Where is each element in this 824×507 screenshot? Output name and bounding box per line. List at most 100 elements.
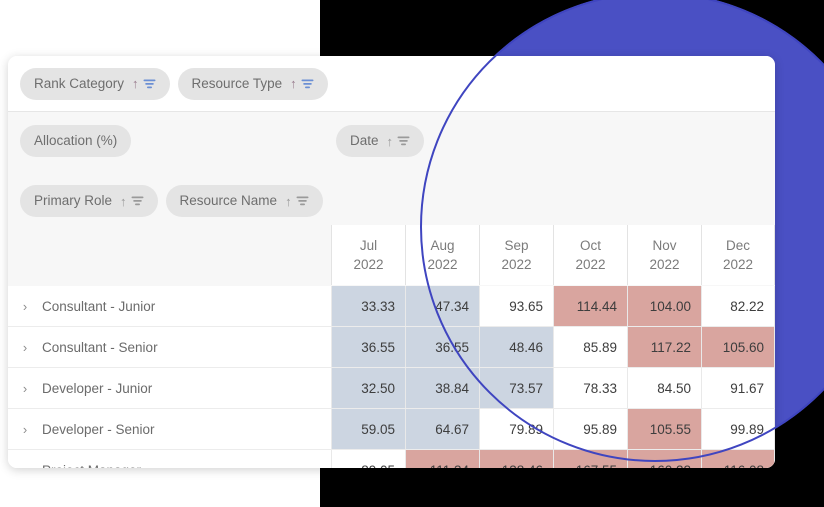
row-label-cell[interactable]: ›Project Manager (8, 450, 331, 468)
data-cell[interactable]: 116.08 (701, 450, 775, 468)
data-cell[interactable]: 167.55 (553, 450, 627, 468)
chip-allocation-label: Allocation (%) (34, 133, 118, 148)
pivot-table-body: › Consultant - Junior 33.33 47.34 93.65 114.4… (8, 286, 775, 468)
data-cell[interactable]: 38.84 (405, 368, 479, 408)
arrow-up-icon[interactable]: ↑ (120, 195, 127, 208)
row-label-cell[interactable]: › Consultant - Senior (8, 327, 331, 367)
chip-rank-category-icons[interactable]: ↑ (132, 77, 156, 90)
data-cell[interactable]: 105.60 (701, 327, 775, 367)
data-cell[interactable]: 105.55 (627, 409, 701, 449)
data-cell[interactable]: 73.57 (479, 368, 553, 408)
column-header-year: 2022 (353, 257, 384, 272)
chip-rank-category[interactable]: Rank Category ↑ (20, 67, 170, 100)
filter-chip-row-values: Allocation (%) (20, 125, 132, 157)
chip-resource-name-label: Resource Name (179, 193, 278, 208)
chip-primary-role-icons[interactable]: ↑ (120, 195, 144, 208)
data-cell[interactable]: 95.89 (553, 409, 627, 449)
column-header-year: 2022 (649, 257, 680, 272)
column-header-year: 2022 (501, 257, 532, 272)
column-header-sep[interactable]: Sep 2022 (479, 225, 553, 285)
column-header-month: Nov (652, 238, 677, 253)
data-cell[interactable]: 79.89 (479, 409, 553, 449)
data-cell[interactable]: 99.89 (701, 409, 775, 449)
column-header-month: Sep (504, 238, 529, 253)
column-header-dec[interactable]: Dec 2022 (701, 225, 775, 285)
data-cell[interactable]: 91.67 (701, 368, 775, 408)
column-header-jul[interactable]: Jul 2022 (331, 225, 405, 285)
filter-icon[interactable] (143, 78, 156, 90)
row-label-cell[interactable]: › Consultant - Junior (8, 286, 331, 326)
data-cell[interactable]: 36.55 (405, 327, 479, 367)
column-header-year: 2022 (427, 257, 458, 272)
data-cell[interactable]: 82.22 (701, 286, 775, 326)
data-cell[interactable]: 48.46 (479, 327, 553, 367)
data-cell[interactable]: 33.33 (331, 286, 405, 326)
chip-date[interactable]: Date ↑ (336, 125, 425, 157)
filter-chip-row-columns: Date ↑ (336, 125, 425, 157)
chip-resource-type-label: Resource Type (191, 75, 283, 91)
arrow-up-icon[interactable]: ↑ (285, 195, 292, 208)
data-cell[interactable]: 111.34 (405, 450, 479, 468)
filter-chip-row-top: Rank Category ↑ Resource Type ↑ (8, 56, 775, 111)
table-row[interactable]: › Consultant - Senior 36.55 36.55 48.46 85.89… (8, 327, 775, 368)
chip-rank-category-label: Rank Category (34, 75, 125, 91)
row-label-text: Consultant - Junior (42, 298, 156, 314)
data-cell[interactable]: 104.00 (627, 286, 701, 326)
data-cell[interactable]: 114.44 (553, 286, 627, 326)
chip-resource-type-icons[interactable]: ↑ (290, 77, 314, 90)
column-header-year: 2022 (575, 257, 606, 272)
chevron-right-icon[interactable]: › (8, 340, 42, 355)
chevron-right-icon[interactable]: › (8, 463, 42, 469)
filter-icon[interactable] (397, 135, 410, 147)
data-cell[interactable]: 138.46 (479, 450, 553, 468)
data-cell[interactable]: 93.65 (479, 286, 553, 326)
data-cell[interactable]: 89.05 (331, 450, 405, 468)
column-header-month: Dec (725, 238, 750, 253)
data-cell[interactable]: 85.89 (553, 327, 627, 367)
data-cell[interactable]: 160.22 (627, 450, 701, 468)
row-label-text: Developer - Senior (42, 421, 155, 437)
chip-primary-role[interactable]: Primary Role ↑ (20, 185, 158, 217)
filter-icon[interactable] (301, 78, 314, 90)
data-cell[interactable]: 47.34 (405, 286, 479, 326)
filter-icon[interactable] (131, 195, 144, 207)
arrow-up-icon[interactable]: ↑ (387, 135, 394, 148)
column-header-month: Aug (430, 238, 455, 253)
column-header-nov[interactable]: Nov 2022 (627, 225, 701, 285)
arrow-up-icon[interactable]: ↑ (132, 77, 139, 90)
table-row[interactable]: › Developer - Senior 59.05 64.67 79.89 95.89 1… (8, 409, 775, 450)
row-label-cell[interactable]: › Developer - Junior (8, 368, 331, 408)
row-label-cell[interactable]: › Developer - Senior (8, 409, 331, 449)
filter-icon[interactable] (296, 195, 309, 207)
row-label-text: Project Manager (42, 463, 141, 469)
data-cell[interactable]: 64.67 (405, 409, 479, 449)
chip-resource-name-icons[interactable]: ↑ (285, 195, 309, 208)
chip-primary-role-label: Primary Role (34, 193, 113, 208)
data-cell[interactable]: 117.22 (627, 327, 701, 367)
column-header-month: Jul (359, 238, 378, 253)
data-cell[interactable]: 78.33 (553, 368, 627, 408)
chevron-right-icon[interactable]: › (8, 381, 42, 396)
data-cell[interactable]: 84.50 (627, 368, 701, 408)
chip-allocation[interactable]: Allocation (%) (20, 125, 132, 157)
column-header-month: Oct (579, 238, 601, 253)
chip-date-label: Date (350, 133, 379, 148)
table-row[interactable]: › Consultant - Junior 33.33 47.34 93.65 114.4… (8, 286, 775, 327)
column-header-oct[interactable]: Oct 2022 (553, 225, 627, 285)
chevron-right-icon[interactable]: › (8, 299, 42, 314)
column-header-row: Jul 2022 Aug 2022 Sep 2022 Oct 2022 Nov 2022 Dec 20… (331, 225, 775, 285)
filter-chip-row-rows: Primary Role ↑ Resource Name ↑ (20, 185, 331, 217)
data-cell[interactable]: 59.05 (331, 409, 405, 449)
chip-resource-type[interactable]: Resource Type ↑ (177, 67, 328, 100)
data-cell[interactable]: 32.50 (331, 368, 405, 408)
pivot-table-card: Rank Category ↑ Resource Type ↑ Allocati… (8, 56, 775, 468)
table-row[interactable]: › Developer - Junior 32.50 38.84 73.57 78.33 8… (8, 368, 775, 409)
chip-date-icons[interactable]: ↑ (387, 135, 411, 148)
table-row[interactable]: ›Project Manager89.05111.34138.46167.551… (8, 450, 775, 468)
chevron-right-icon[interactable]: › (8, 422, 42, 437)
arrow-up-icon[interactable]: ↑ (290, 77, 297, 90)
chip-resource-name[interactable]: Resource Name ↑ (165, 185, 323, 217)
row-label-text: Developer - Junior (42, 380, 153, 396)
column-header-aug[interactable]: Aug 2022 (405, 225, 479, 285)
data-cell[interactable]: 36.55 (331, 327, 405, 367)
